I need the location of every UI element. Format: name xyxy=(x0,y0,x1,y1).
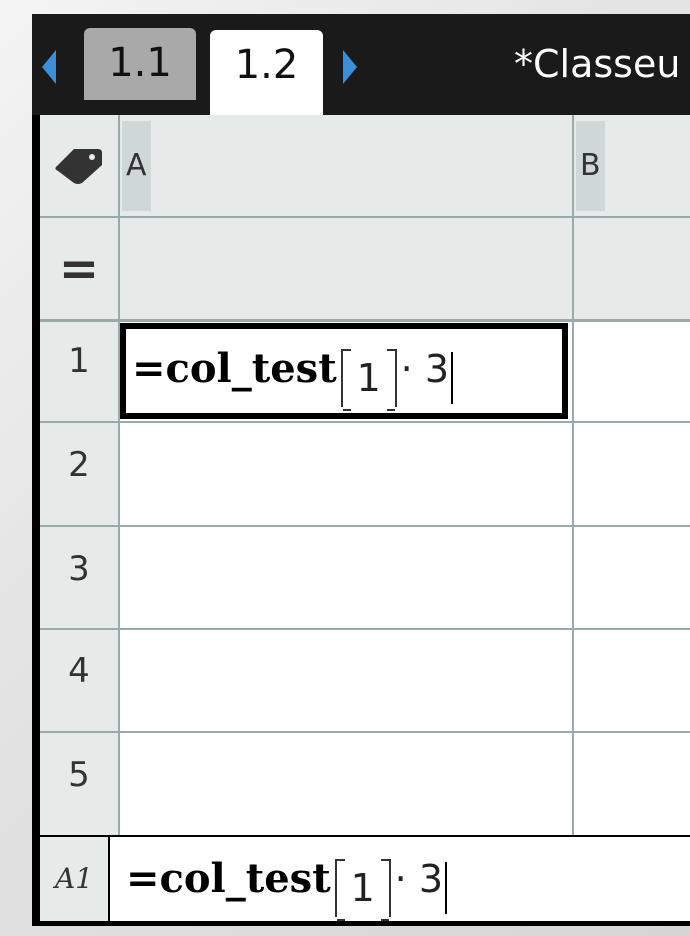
formula-row-label: = xyxy=(58,241,100,297)
cell-b1[interactable] xyxy=(574,322,690,421)
cell-a1[interactable]: =col_test 1 · 3 xyxy=(120,323,568,419)
cell-a4[interactable] xyxy=(120,630,572,731)
tab-scroll-right-icon[interactable] xyxy=(343,50,357,84)
tab-1-2[interactable]: 1.2 xyxy=(210,30,323,116)
cell-a2[interactable] xyxy=(120,423,572,525)
document-title: *Classeu xyxy=(514,42,681,86)
entry-suffix: · 3 xyxy=(394,857,444,901)
cell-a1-index-box: 1 xyxy=(340,348,397,411)
row-label-2[interactable]: 2 xyxy=(40,445,118,485)
tab-scroll-left-icon[interactable] xyxy=(42,50,56,84)
entry-cell-reference: A1 xyxy=(40,837,110,921)
formula-row xyxy=(40,217,690,319)
row-label-1[interactable]: 1 xyxy=(40,341,118,381)
entry-line[interactable]: A1 =col_test 1 · 3 xyxy=(40,835,690,921)
text-cursor xyxy=(451,351,454,404)
row-label-3[interactable]: 3 xyxy=(40,549,118,589)
tag-icon[interactable] xyxy=(52,145,104,185)
tab-1-1[interactable]: 1.1 xyxy=(84,28,196,100)
entry-function: =col_test xyxy=(126,855,331,902)
tab-bar: 1.1 1.2 *Classeu xyxy=(32,14,690,116)
cell-a1-function: =col_test xyxy=(132,345,337,392)
entry-index-box: 1 xyxy=(334,858,391,921)
column-header-b[interactable]: B xyxy=(576,121,605,211)
calculator-screen: 1.1 1.2 *Classeu A B = 1 2 3 4 5 =col_te… xyxy=(32,14,690,926)
row-label-4[interactable]: 4 xyxy=(40,651,118,691)
cell-a3[interactable] xyxy=(120,527,572,628)
spreadsheet-grid: A B = 1 2 3 4 5 =col_test 1 · 3 xyxy=(40,115,690,835)
entry-text-cursor xyxy=(445,861,448,914)
cell-a5[interactable] xyxy=(120,733,572,835)
cell-a1-suffix: · 3 xyxy=(400,347,450,391)
row-label-5[interactable]: 5 xyxy=(40,755,118,795)
entry-formula[interactable]: =col_test 1 · 3 xyxy=(126,849,448,921)
column-header-a[interactable]: A xyxy=(122,121,151,211)
